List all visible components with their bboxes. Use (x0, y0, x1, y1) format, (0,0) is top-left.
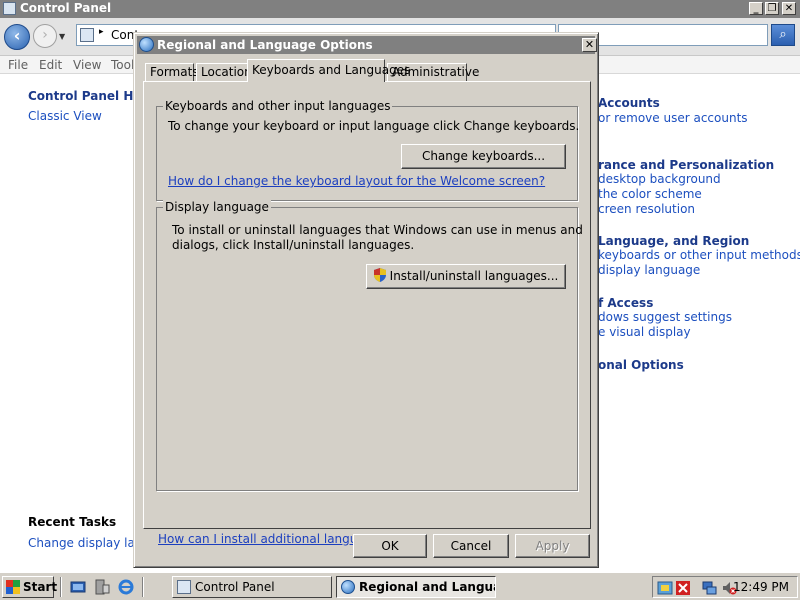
show-desktop-icon[interactable] (70, 579, 86, 595)
category-ease-of-access[interactable]: f Access (598, 296, 653, 310)
dialog-close-button[interactable]: ✕ (582, 38, 597, 52)
regional-language-dialog: Regional and Language Options ✕ Formats … (133, 32, 599, 568)
cancel-button[interactable]: Cancel (433, 534, 509, 558)
search-icon[interactable]: ⌕ (771, 24, 795, 46)
keyboards-languages-panel: Keyboards and other input languages To c… (143, 81, 591, 546)
keyboards-group: Keyboards and other input languages To c… (156, 99, 580, 201)
category-link-desktop-background[interactable]: desktop background (598, 172, 721, 186)
taskbar-control-panel-label: Control Panel (195, 580, 275, 594)
minimize-button[interactable]: _ (749, 2, 763, 15)
display-language-description-line2: dialogs, click Install/uninstall languag… (172, 238, 415, 252)
recent-task-link[interactable]: Change display language (28, 536, 134, 550)
recent-tasks-heading: Recent Tasks (28, 515, 117, 529)
classic-view-link[interactable]: Classic View (28, 109, 102, 123)
menu-view[interactable]: View (73, 58, 101, 72)
category-appearance[interactable]: rance and Personalization (598, 158, 774, 172)
apply-button[interactable]: Apply (515, 534, 590, 558)
uac-shield-icon (373, 268, 386, 282)
quicklaunch-separator (60, 577, 62, 597)
windows-logo-icon-lower (6, 587, 20, 594)
category-additional-options[interactable]: onal Options (598, 358, 684, 372)
globe-icon (139, 37, 154, 52)
category-link-suggest-settings[interactable]: dows suggest settings (598, 310, 732, 324)
close-window-button[interactable]: ✕ (782, 2, 796, 15)
keyboards-description: To change your keyboard or input languag… (168, 119, 580, 133)
security-alert-icon[interactable] (675, 580, 691, 596)
taskbar-control-panel[interactable]: Control Panel (172, 576, 332, 598)
category-link-keyboards[interactable]: keyboards or other input methods (598, 248, 800, 262)
server-manager-icon[interactable] (94, 579, 110, 595)
forward-arrow-icon[interactable]: › (33, 24, 57, 48)
menu-file[interactable]: File (8, 58, 28, 72)
start-label: Start (23, 580, 58, 594)
install-uninstall-languages-label: Install/uninstall languages... (389, 269, 559, 283)
tab-formats[interactable]: Formats (145, 63, 199, 81)
tab-location[interactable]: Location (196, 63, 252, 81)
category-link-remove-accounts[interactable]: or remove user accounts (598, 111, 748, 125)
globe-task-icon (341, 580, 355, 594)
install-uninstall-languages-button[interactable]: Install/uninstall languages... (366, 264, 566, 289)
dialog-title: Regional and Language Options (157, 38, 373, 52)
back-arrow-icon[interactable]: ‹ (4, 24, 30, 50)
taskbar: Start Control Panel Regional and Langua.… (0, 572, 800, 600)
menu-edit[interactable]: Edit (39, 58, 62, 72)
control-panel-title: Control Panel (20, 1, 112, 15)
keyboards-group-label: Keyboards and other input languages (163, 99, 393, 113)
display-language-group-label: Display language (163, 200, 271, 214)
control-panel-address-icon (80, 28, 94, 42)
change-keyboards-button[interactable]: Change keyboards... (401, 144, 566, 169)
ok-button[interactable]: OK (353, 534, 427, 558)
category-link-color-scheme[interactable]: the color scheme (598, 187, 702, 201)
network-tray-icon[interactable] (657, 580, 673, 596)
history-dropdown-icon[interactable]: ▼ (59, 32, 65, 41)
tab-keyboards-and-languages[interactable]: Keyboards and Languages (247, 59, 410, 82)
display-language-description-line1: To install or uninstall languages that W… (172, 223, 583, 237)
dialog-titlebar: Regional and Language Options ✕ (137, 36, 597, 54)
computer-tray-icon[interactable] (701, 580, 717, 596)
control-panel-titlebar: Control Panel _ ❐ ✕ (0, 0, 800, 18)
clock: 12:49 PM (733, 580, 789, 594)
category-link-visual-display[interactable]: e visual display (598, 325, 691, 339)
category-link-screen-resolution[interactable]: creen resolution (598, 202, 695, 216)
breadcrumb-chevron-icon[interactable]: ▸ (99, 27, 104, 37)
system-tray: 12:49 PM (652, 576, 798, 598)
control-panel-task-icon (177, 580, 191, 594)
taskbar-regional-language-label: Regional and Langua... (359, 580, 495, 594)
start-button[interactable]: Start (2, 576, 58, 598)
category-user-accounts[interactable]: Accounts (598, 96, 660, 110)
control-panel-app-icon (3, 2, 16, 15)
category-link-display-language[interactable]: display language (598, 263, 700, 277)
quicklaunch-separator-2 (142, 577, 144, 597)
display-language-group: Display language To install or uninstall… (156, 200, 583, 491)
control-panel-sidebar: Control Panel Home Classic View Recent T… (0, 75, 162, 571)
category-clock-language-region[interactable]: Language, and Region (598, 234, 749, 248)
restore-button[interactable]: ❐ (765, 2, 779, 15)
taskbar-regional-language[interactable]: Regional and Langua... (336, 576, 496, 598)
welcome-screen-keyboard-link[interactable]: How do I change the keyboard layout for … (168, 174, 545, 188)
internet-explorer-icon[interactable] (118, 579, 134, 595)
